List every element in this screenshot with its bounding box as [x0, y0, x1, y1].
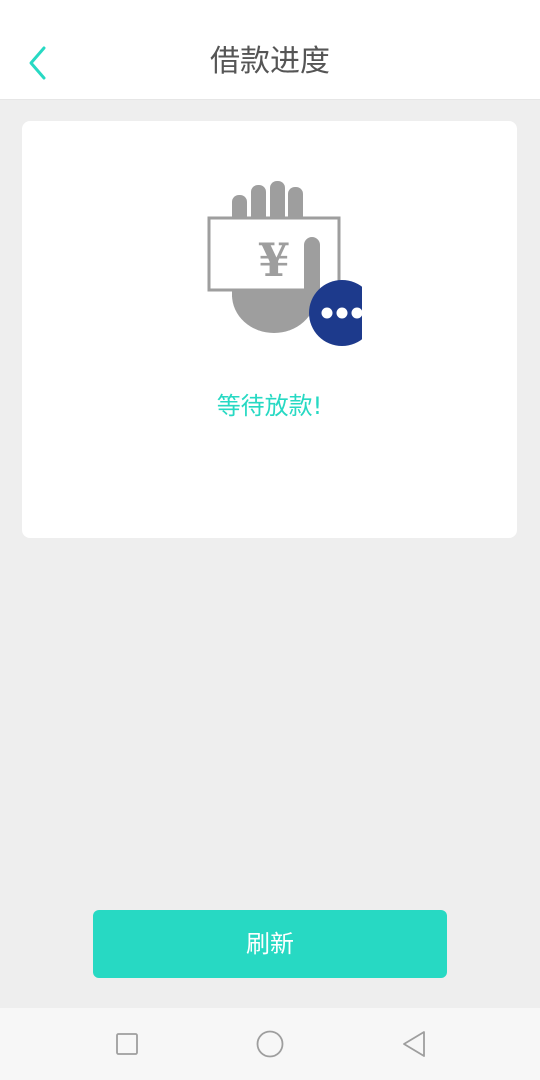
refresh-button[interactable]: 刷新: [93, 910, 447, 978]
page-title: 借款进度: [210, 44, 330, 79]
recent-apps-icon: [116, 1033, 138, 1055]
recent-apps-button[interactable]: [111, 1028, 143, 1060]
hand-money-waiting-icon: ¥: [207, 181, 362, 346]
system-nav-bar: [0, 1008, 540, 1080]
back-icon: [403, 1031, 425, 1057]
home-button[interactable]: [254, 1028, 286, 1060]
status-card: ¥ 等待放款!: [22, 121, 517, 538]
home-icon: [256, 1030, 284, 1058]
svg-text:¥: ¥: [258, 233, 290, 287]
back-nav-button[interactable]: [398, 1028, 430, 1060]
status-message: 等待放款!: [216, 392, 323, 420]
header-bar: 借款进度: [0, 0, 540, 100]
